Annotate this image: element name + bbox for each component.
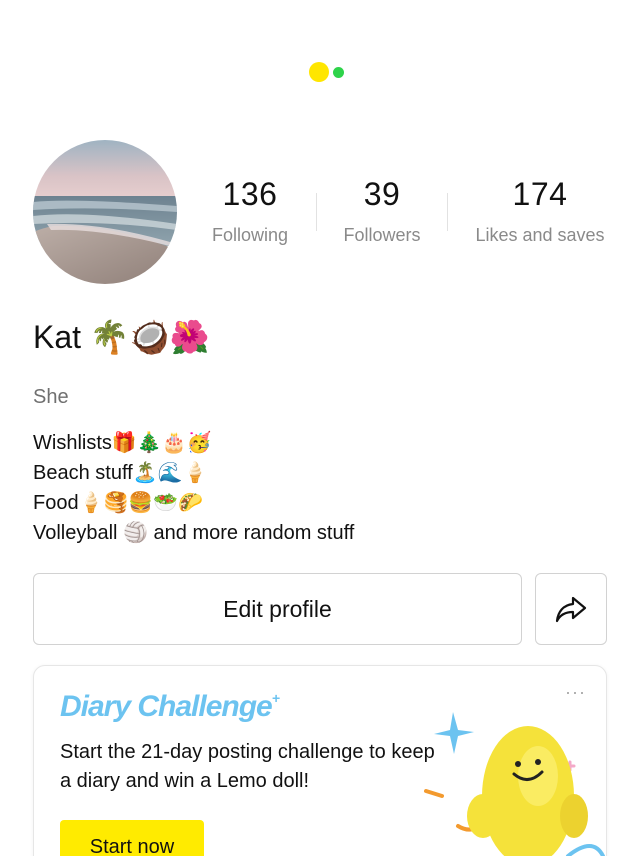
avatar[interactable] bbox=[33, 140, 177, 284]
bio-line: Food🍦🥞🍔🥗🌮 bbox=[33, 492, 204, 514]
bio-line: Wishlists🎁🎄🎂🥳 bbox=[33, 432, 212, 454]
following-label: Following bbox=[211, 225, 289, 245]
followers-count: 39 bbox=[363, 176, 401, 212]
share-button[interactable] bbox=[535, 573, 607, 645]
diary-challenge-card[interactable]: Diary Challenge+ ··· Start the 21-day po… bbox=[33, 665, 607, 856]
sparkle-icon: + bbox=[271, 690, 280, 706]
followers-label: Followers bbox=[343, 225, 421, 245]
more-options-icon[interactable]: ··· bbox=[565, 682, 586, 703]
avatar-beach-image bbox=[33, 140, 177, 284]
bio-line: Beach stuff🏝️🌊🍦 bbox=[33, 462, 208, 484]
stat-divider bbox=[447, 193, 448, 231]
likes-label: Likes and saves bbox=[475, 225, 605, 245]
stat-divider bbox=[316, 193, 317, 231]
stat-likes-saves[interactable]: 174 Likes and saves bbox=[466, 176, 614, 246]
lemo-doll-illustration bbox=[424, 712, 605, 856]
edit-profile-button[interactable]: Edit profile bbox=[33, 573, 522, 645]
profile-name: Kat 🌴🥥🌺 bbox=[33, 319, 210, 355]
share-icon bbox=[555, 596, 587, 623]
likes-count: 174 bbox=[512, 176, 568, 212]
start-now-button[interactable]: Start now bbox=[60, 820, 204, 856]
loader-dot-yellow bbox=[309, 62, 329, 82]
following-count: 136 bbox=[222, 176, 278, 212]
profile-bio: Wishlists🎁🎄🎂🥳 Beach stuff🏝️🌊🍦 Food🍦🥞🍔🥗🌮 … bbox=[33, 428, 354, 548]
loader-dot-green bbox=[333, 67, 344, 78]
challenge-title: Diary Challenge+ bbox=[60, 690, 280, 723]
stat-following[interactable]: 136 Following bbox=[200, 176, 300, 246]
bio-line: Volleyball 🏐 and more random stuff bbox=[33, 522, 355, 544]
stat-followers[interactable]: 39 Followers bbox=[330, 176, 434, 246]
loading-indicator bbox=[309, 62, 349, 82]
profile-pronoun: She bbox=[33, 386, 69, 408]
